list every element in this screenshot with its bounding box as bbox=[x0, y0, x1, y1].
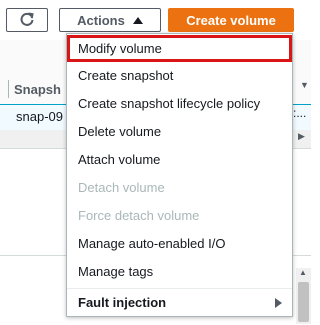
menu-group-fault-injection[interactable]: Fault injection bbox=[67, 289, 292, 317]
menu-item-detach-volume: Detach volume bbox=[78, 180, 165, 195]
menu-item-attach-volume[interactable]: Attach volume bbox=[67, 146, 292, 174]
create-volume-button[interactable]: Create volume bbox=[168, 8, 294, 32]
menu-item-force-detach-volume: Force detach volume bbox=[78, 208, 200, 223]
menu-item-manage-tags[interactable]: Manage tags bbox=[67, 258, 292, 286]
menu-item-create-snapshot-lifecycle-policy[interactable]: Create snapshot lifecycle policy bbox=[67, 90, 292, 118]
refresh-button[interactable] bbox=[6, 8, 48, 32]
cell-truncated: :... bbox=[293, 106, 307, 120]
refresh-icon bbox=[20, 12, 34, 26]
menu-group-label: Fault injection bbox=[78, 295, 167, 310]
cell-snapshot-id[interactable]: snap-09 bbox=[16, 109, 63, 124]
caret-up-icon bbox=[132, 16, 143, 24]
menu-item-manage-auto-enabled-io[interactable]: Manage auto-enabled I/O bbox=[67, 230, 292, 258]
column-header-snapshot[interactable]: Snapsh bbox=[14, 82, 61, 97]
menu-item-create-snapshot[interactable]: Create snapshot bbox=[67, 62, 292, 90]
menu-item-delete-volume[interactable]: Delete volume bbox=[67, 118, 292, 146]
chevron-right-icon bbox=[275, 298, 282, 308]
sort-caret-icon[interactable]: ▼ bbox=[300, 80, 309, 90]
scroll-up-icon[interactable]: ▲ bbox=[299, 268, 307, 277]
actions-button[interactable]: Actions bbox=[59, 8, 161, 32]
scroll-right-icon[interactable]: ▶ bbox=[298, 131, 305, 142]
column-divider bbox=[8, 80, 9, 98]
scrollbar-thumb[interactable] bbox=[298, 282, 309, 322]
actions-label: Actions bbox=[77, 12, 125, 28]
menu-item-modify-volume[interactable]: Modify volume bbox=[67, 35, 292, 62]
actions-dropdown-menu: Modify volume Create snapshot Create sna… bbox=[66, 33, 293, 317]
